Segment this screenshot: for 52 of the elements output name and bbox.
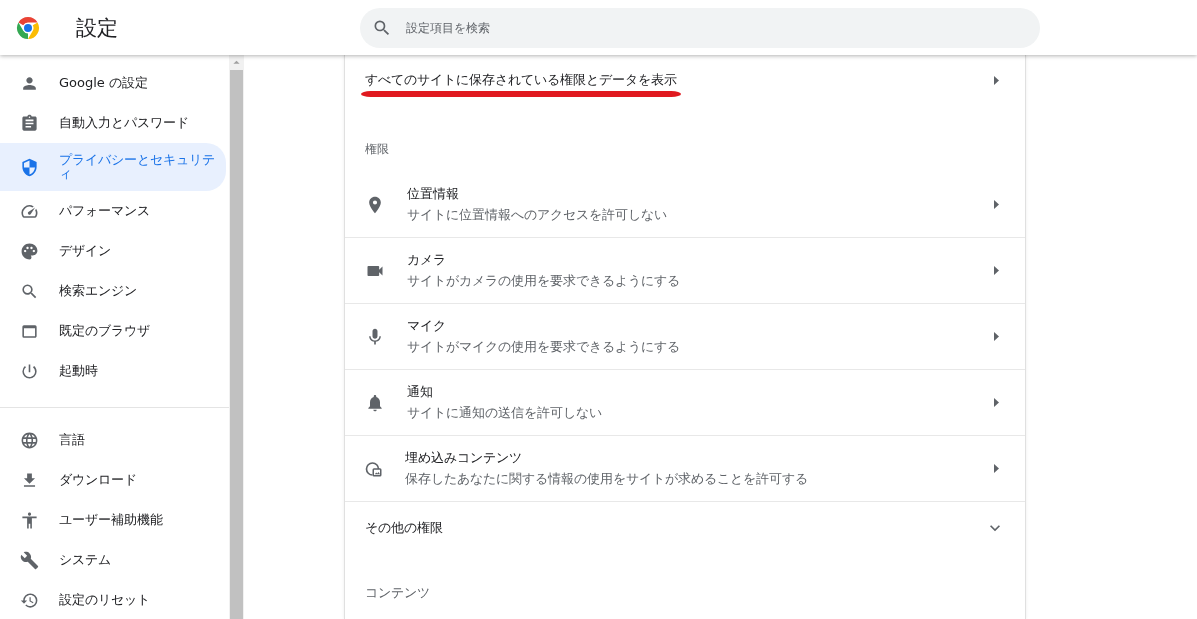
sidebar-item[interactable]: パフォーマンス bbox=[0, 191, 226, 231]
bell-icon bbox=[365, 392, 385, 413]
sidebar-item[interactable]: 設定のリセット bbox=[0, 580, 226, 619]
permission-description: 保存したあなたに関する情報の使用をサイトが求めることを許可する bbox=[405, 471, 809, 488]
permission-description: サイトに通知の送信を許可しない bbox=[407, 405, 603, 422]
site-data-link[interactable]: すべてのサイトに保存されている権限とデータを表示 bbox=[345, 55, 1025, 105]
search-field[interactable]: 設定項目を検索 bbox=[360, 7, 1040, 48]
permission-description: サイトに位置情報へのアクセスを許可しない bbox=[407, 207, 668, 224]
page-title: 設定 bbox=[75, 14, 119, 42]
permission-description: サイトがカメラの使用を要求できるようにする bbox=[407, 273, 681, 290]
power-icon bbox=[20, 361, 39, 381]
sidebar-item[interactable]: プライバシーとセキュリティ bbox=[0, 143, 226, 191]
permission-row[interactable]: マイク サイトがマイクの使用を要求できるようにする bbox=[345, 304, 1025, 370]
permission-title: 通知 bbox=[407, 383, 434, 401]
arrow-right-icon bbox=[994, 332, 999, 341]
browser-logo-icon bbox=[16, 15, 40, 40]
arrow-right-icon bbox=[994, 464, 999, 473]
sidebar-item[interactable]: システム bbox=[0, 540, 226, 580]
search-icon bbox=[20, 281, 39, 301]
arrow-right-icon bbox=[994, 266, 999, 275]
sidebar-item[interactable]: Google の設定 bbox=[0, 63, 226, 103]
permission-title: 埋め込みコンテンツ bbox=[405, 449, 523, 467]
arrow-right-icon bbox=[994, 75, 999, 85]
sidebar-item[interactable]: 自動入力とパスワード bbox=[0, 103, 226, 143]
section-heading: コンテンツ bbox=[364, 584, 431, 602]
history-icon bbox=[20, 590, 39, 610]
sidebar-item[interactable]: デザイン bbox=[0, 231, 226, 271]
sidebar-item[interactable]: 検索エンジン bbox=[0, 271, 226, 311]
permission-row[interactable]: 位置情報 サイトに位置情報へのアクセスを許可しない bbox=[345, 172, 1025, 238]
sidebar-item[interactable]: 言語 bbox=[0, 420, 226, 460]
sidebar-item[interactable]: ユーザー補助機能 bbox=[0, 500, 226, 540]
sidebar-item[interactable]: 起動時 bbox=[0, 351, 226, 391]
arrow-right-icon bbox=[994, 398, 999, 407]
sidebar-item[interactable]: 既定のブラウザ bbox=[0, 311, 226, 351]
permission-row[interactable]: 通知 サイトに通知の送信を許可しない bbox=[345, 370, 1025, 436]
arrow-right-icon bbox=[994, 200, 999, 209]
scrollbar[interactable] bbox=[229, 55, 244, 619]
embedded-content-icon bbox=[365, 459, 383, 478]
permission-title: マイク bbox=[407, 317, 447, 335]
accessibility-icon bbox=[20, 510, 39, 530]
section-heading: 権限 bbox=[364, 141, 390, 158]
permission-description: サイトがマイクの使用を要求できるようにする bbox=[407, 339, 681, 356]
wrench-icon bbox=[20, 550, 39, 570]
permission-title: 位置情報 bbox=[407, 185, 460, 203]
palette-icon bbox=[20, 241, 39, 261]
more-permissions-toggle[interactable]: その他の権限 bbox=[345, 502, 1025, 554]
shield-icon bbox=[20, 157, 39, 177]
permission-title: カメラ bbox=[407, 251, 447, 269]
globe-icon bbox=[20, 430, 39, 450]
permission-row[interactable]: カメラ サイトがカメラの使用を要求できるようにする bbox=[345, 238, 1025, 304]
sidebar-item[interactable]: ダウンロード bbox=[0, 460, 226, 500]
clipboard-icon bbox=[20, 113, 39, 133]
